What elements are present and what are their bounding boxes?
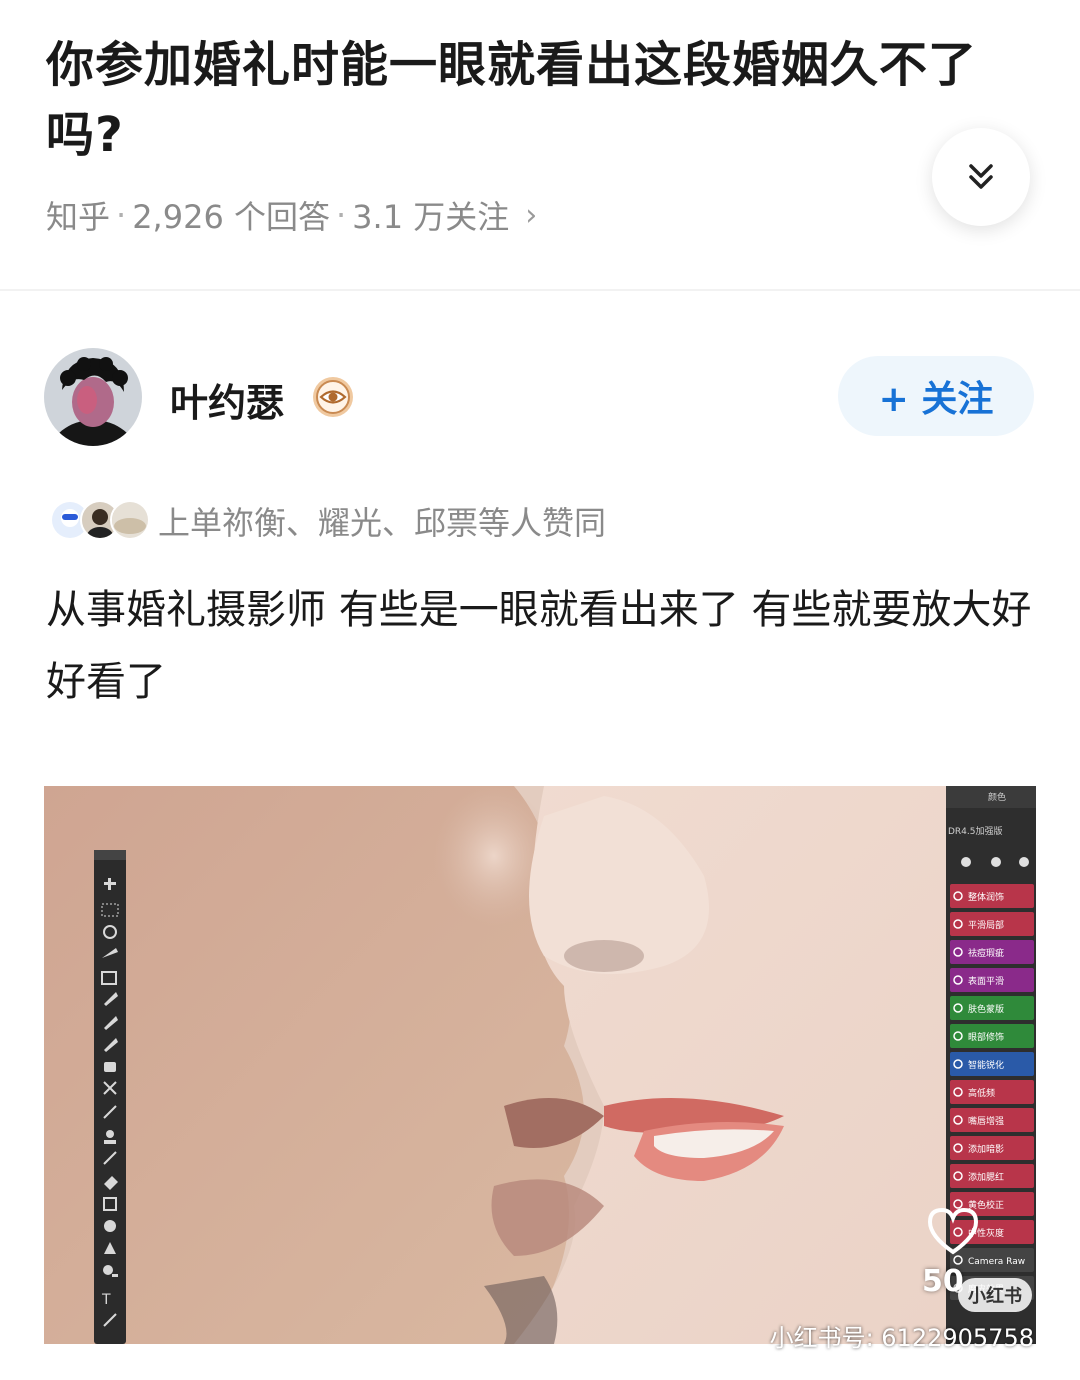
panel-item-label: 添加暗影 [968, 1143, 1004, 1155]
author-name[interactable]: 叶约瑟 [170, 372, 284, 427]
answer-count: 2,926 个回答 [132, 198, 330, 236]
panel-item-label: Camera Raw [968, 1257, 1025, 1267]
section-divider [0, 289, 1080, 291]
retouch-screenshot: T 颜色 DR4.5加强版 整体润饰平滑局部祛痘瑕疵表面平滑肤色蒙版眼部修饰智能… [44, 786, 1036, 1344]
panel-item-label: 整体润饰 [968, 891, 1004, 903]
svg-text:DR4.5加强版: DR4.5加强版 [948, 825, 1003, 837]
double-chevron-down-icon [969, 164, 993, 189]
panel-item-label: 智能锐化 [968, 1059, 1004, 1071]
image-watermark: 小红书号: 6122905758 [769, 1324, 1034, 1352]
follower-count: 3.1 万关注 [352, 198, 510, 236]
panel-item-label: 嘴唇增强 [968, 1115, 1004, 1127]
panel-item-label: 祛痘瑕疵 [968, 947, 1004, 959]
question-title[interactable]: 你参加婚礼时能一眼就看出这段婚姻久不了吗? [46, 30, 1026, 170]
svg-text:T: T [101, 1292, 111, 1308]
panel-item-label: 眼部修饰 [968, 1031, 1004, 1043]
xiaohongshu-logo: 小红书 [958, 1278, 1032, 1312]
panel-item-label: 平滑局部 [968, 919, 1004, 931]
retouch-plugin-panel: 颜色 DR4.5加强版 整体润饰平滑局部祛痘瑕疵表面平滑肤色蒙版眼部修饰智能锐化… [946, 786, 1036, 1344]
chevron-right-icon: › [525, 197, 538, 233]
eye-badge-icon [313, 377, 353, 417]
panel-item-label: 添加腮红 [968, 1171, 1004, 1183]
answer-body[interactable]: 从事婚礼摄影师 有些是一眼就看出来了 有些就要放大好好看了 [46, 574, 1036, 718]
svg-text:颜色: 颜色 [988, 791, 1006, 803]
panel-item-label: 表面平滑 [968, 975, 1004, 987]
expand-question-button[interactable] [932, 128, 1030, 226]
heart-icon[interactable] [926, 1206, 980, 1256]
panel-item-label: 高低频 [968, 1087, 995, 1099]
panel-item-label: 肤色蒙版 [968, 1003, 1004, 1015]
voter-avatars[interactable] [50, 500, 150, 540]
answer-image[interactable]: T 颜色 DR4.5加强版 整体润饰平滑局部祛痘瑕疵表面平滑肤色蒙版眼部修饰智能… [44, 786, 1036, 1344]
source-label: 知乎 [46, 198, 111, 236]
question-meta[interactable]: 知乎 · 2,926 个回答 · 3.1 万关注 › [46, 192, 537, 238]
author-avatar[interactable] [44, 348, 142, 446]
upvote-summary[interactable]: 上单祢衡、耀光、邱票等人赞同 [158, 498, 606, 544]
follow-button[interactable]: + 关注 [838, 356, 1034, 436]
photoshop-toolbar: T [94, 850, 126, 1344]
voter-avatar [110, 500, 150, 540]
